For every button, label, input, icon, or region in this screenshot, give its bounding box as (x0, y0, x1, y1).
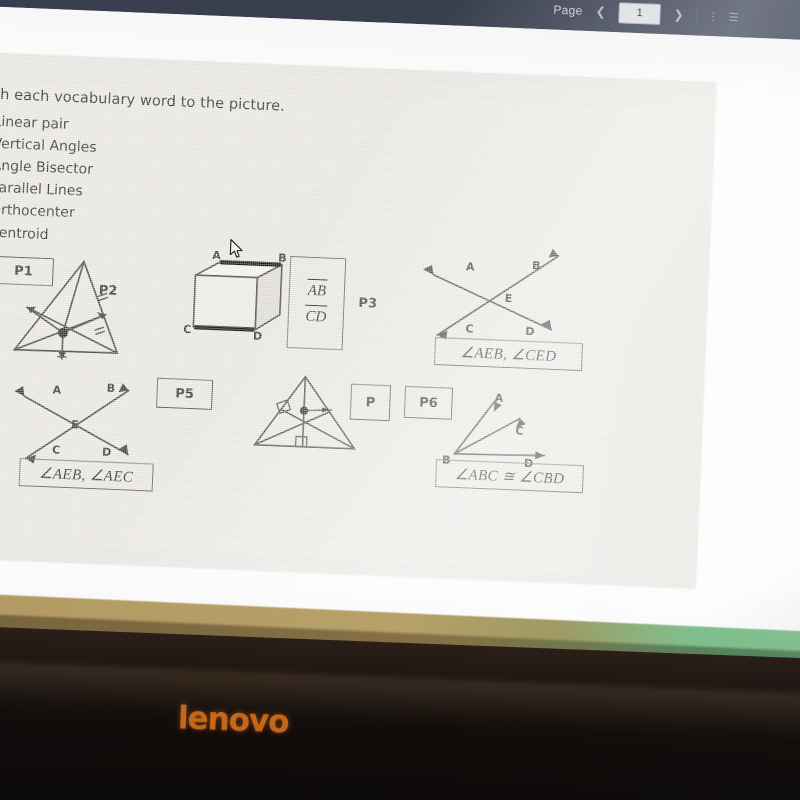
edge-CD (194, 324, 255, 332)
list-item-label: Parallel Lines (0, 180, 84, 200)
list-item-label: Centroid (0, 224, 49, 243)
pdf-workspace: Match each vocabulary word to the pictur… (0, 3, 800, 693)
photo-scene: Page ❮ 1 ❯ ⋮ ☰ Match each vocabulary wor… (0, 0, 800, 800)
page-prompt: Match each vocabulary word to the pictur… (0, 85, 286, 115)
pdf-page: Match each vocabulary word to the pictur… (0, 49, 716, 587)
page-number-input[interactable]: 1 (618, 1, 662, 25)
figure-label-p5: P5 (155, 377, 214, 410)
list-item-label: Orthocenter (0, 202, 75, 222)
point-label-C: C (465, 322, 474, 335)
point-label-B: B (106, 382, 115, 395)
figure-label-p: P (349, 383, 392, 422)
toolbar-menu-icon[interactable]: ☰ (728, 10, 738, 23)
figure-p2-parallel-box: A B C D (183, 249, 287, 343)
page-label: Page (553, 2, 583, 18)
point-label-A: A (466, 260, 476, 273)
point-label-E: E (71, 418, 79, 431)
toolbar-overflow-icon[interactable]: ⋮ (707, 9, 719, 22)
point-label-E: E (505, 292, 513, 305)
edge-AB (219, 259, 282, 267)
point-label-B: B (278, 252, 287, 265)
figure-p2-caption: AB CD (286, 256, 347, 351)
toolbar-divider (696, 7, 698, 24)
figure-p4-caption: ∠AEB, ∠AEC (18, 458, 154, 492)
figure-p1-centroid (12, 259, 119, 360)
point-label-A: A (52, 383, 62, 396)
prev-page-icon[interactable]: ❮ (592, 4, 609, 19)
point-label-D: D (102, 445, 112, 458)
lenovo-logo: lenovo (177, 699, 290, 741)
mouse-cursor-icon (229, 239, 243, 258)
figure-p3-caption: ∠AEB, ∠CED (433, 337, 584, 372)
list-item: F. Centroid (0, 220, 93, 247)
vector-ab: AB (307, 282, 327, 300)
figure-label-p3: P3 (358, 295, 378, 312)
point-label-B: B (532, 259, 541, 272)
point-label-C: C (52, 443, 61, 456)
point-label-C: C (515, 424, 524, 437)
point-label-D: D (525, 325, 535, 338)
figure-p6-caption: ∠ABC ≅ ∠CBD (434, 459, 584, 494)
point-label-C: C (183, 323, 192, 336)
point-label-A: A (212, 249, 222, 262)
point-label-A: A (494, 392, 504, 405)
list-item-label: Linear pair (0, 113, 69, 133)
laptop-screen: Page ❮ 1 ❯ ⋮ ☰ Match each vocabulary wor… (0, 0, 800, 693)
next-page-icon[interactable]: ❯ (670, 7, 687, 22)
figure-label-p2: P2 (98, 283, 118, 299)
vector-cd: CD (305, 308, 327, 326)
point-label-D: D (253, 330, 263, 343)
vocabulary-list: A. Linear pair B. Vertical Angles C. Ang… (0, 110, 98, 248)
